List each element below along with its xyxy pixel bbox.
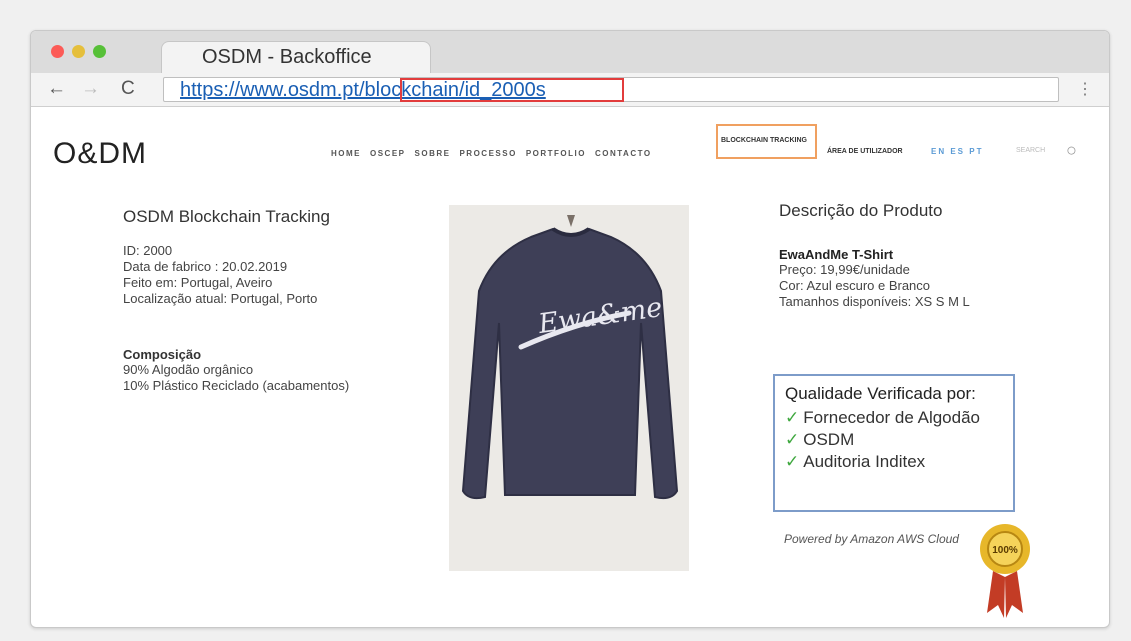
tab-title: OSDM - Backoffice: [202, 46, 372, 68]
nav-home[interactable]: HOME: [331, 149, 361, 158]
composition-line: 90% Algodão orgânico: [123, 362, 254, 377]
check-icon: ✓: [785, 452, 800, 471]
sweatshirt-image: Ewa&me: [461, 215, 679, 500]
browser-toolbar: ← → C https://www.osdm.pt/blockchain/id_…: [31, 73, 1109, 107]
check-icon: ✓: [785, 430, 800, 449]
detail-origin: Feito em: Portugal, Aveiro: [123, 275, 273, 290]
maximize-window-icon[interactable]: [93, 45, 106, 58]
product-description: Descrição do Produto EwaAndMe T-Shirt Pr…: [779, 201, 1079, 310]
nav-processo[interactable]: PROCESSO: [459, 149, 516, 158]
osdm-logo[interactable]: O&DM: [53, 137, 147, 171]
browser-window: OSDM - Backoffice ← → C https://www.osdm…: [30, 30, 1110, 628]
browser-titlebar: OSDM - Backoffice: [31, 31, 1109, 73]
site-header: O&DM HOME OSCEP SOBRE PROCESSO PORTFOLIO…: [31, 107, 1109, 179]
verification-item: ✓ Auditoria Inditex: [785, 451, 1013, 473]
verification-label: OSDM: [803, 430, 855, 449]
minimize-window-icon[interactable]: [72, 45, 85, 58]
address-bar[interactable]: https://www.osdm.pt/blockchain/id_2000s: [163, 77, 1059, 102]
window-controls: [51, 45, 106, 58]
product-sizes: Tamanhos disponíveis: XS S M L: [779, 294, 970, 309]
verification-label: Fornecedor de Algodão: [803, 408, 980, 427]
check-icon: ✓: [785, 408, 800, 427]
guarantee-seal-icon: 100%: [980, 524, 1030, 618]
reload-icon[interactable]: C: [121, 79, 135, 99]
nav-oscep[interactable]: OSCEP: [370, 149, 406, 158]
search-input[interactable]: SEARCH: [1016, 147, 1045, 154]
seal-text: 100%: [992, 545, 1018, 556]
back-icon[interactable]: ←: [47, 79, 66, 99]
verification-item: ✓ OSDM: [785, 429, 1013, 451]
verification-item: ✓ Fornecedor de Algodão: [785, 407, 1013, 429]
product-color: Cor: Azul escuro e Branco: [779, 278, 931, 293]
url-highlight-box: [400, 78, 624, 102]
detail-id: ID: 2000: [123, 243, 173, 258]
quality-verification-box: Qualidade Verificada por: ✓ Fornecedor de…: [773, 374, 1015, 512]
nav-blockchain-tracking[interactable]: BLOCKCHAIN TRACKING: [716, 124, 817, 159]
tracking-title: OSDM Blockchain Tracking: [123, 207, 330, 226]
nav-sobre[interactable]: SOBRE: [415, 149, 451, 158]
close-window-icon[interactable]: [51, 45, 64, 58]
detail-location: Localização atual: Portugal, Porto: [123, 291, 318, 306]
powered-by-text: Powered by Amazon AWS Cloud: [784, 532, 959, 546]
detail-date: Data de fabrico : 20.02.2019: [123, 259, 288, 274]
language-switcher[interactable]: EN ES PT: [931, 147, 983, 156]
product-price: Preço: 19,99€/unidade: [779, 262, 910, 277]
search-icon[interactable]: ○: [1066, 140, 1077, 161]
menu-dots-icon[interactable]: ⋮: [1077, 79, 1093, 99]
browser-tab[interactable]: OSDM - Backoffice: [161, 41, 431, 73]
nav-contacto[interactable]: CONTACTO: [595, 149, 652, 158]
verification-title: Qualidade Verificada por:: [785, 384, 976, 403]
tracking-details: OSDM Blockchain Tracking ID: 2000 Data d…: [123, 207, 443, 394]
composition-title: Composição: [123, 347, 202, 362]
main-nav: HOME OSCEP SOBRE PROCESSO PORTFOLIO CONT…: [331, 149, 652, 158]
forward-icon[interactable]: →: [81, 79, 100, 99]
nav-blockchain-tracking-label: BLOCKCHAIN TRACKING: [721, 137, 807, 144]
product-name: EwaAndMe T-Shirt: [779, 247, 894, 262]
product-photo: Ewa&me: [449, 205, 689, 571]
product-heading: Descrição do Produto: [779, 201, 943, 220]
composition-line: 10% Plástico Reciclado (acabamentos): [123, 378, 350, 393]
verification-label: Auditoria Inditex: [803, 452, 926, 471]
nav-portfolio[interactable]: PORTFOLIO: [526, 149, 586, 158]
nav-area-utilizador[interactable]: ÁREA DE UTILIZADOR: [827, 148, 903, 155]
